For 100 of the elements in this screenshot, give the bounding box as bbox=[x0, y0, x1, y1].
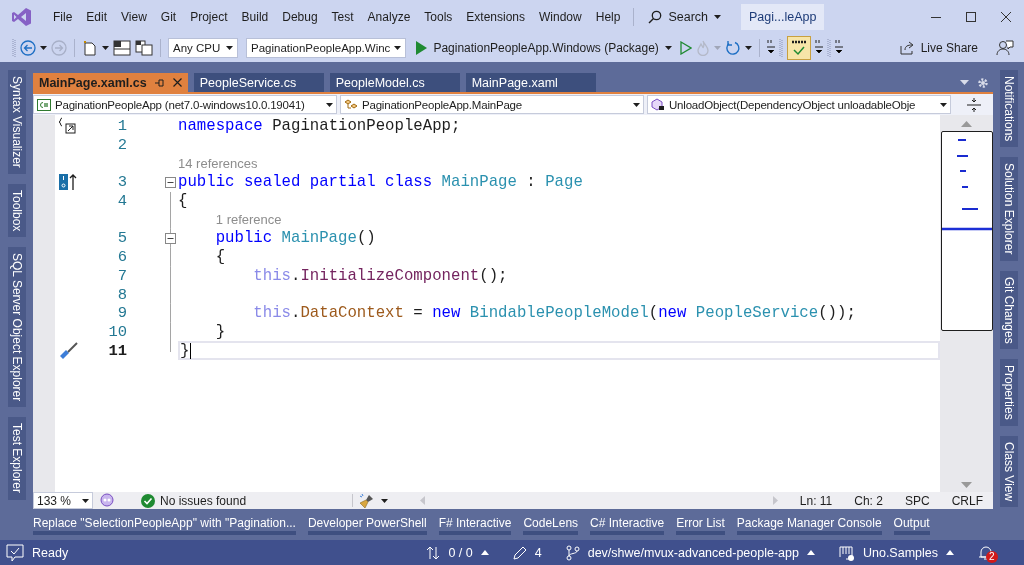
document-tab[interactable]: PeopleService.cs bbox=[193, 73, 324, 92]
bell-icon bbox=[978, 544, 994, 561]
live-share-button[interactable]: Live Share bbox=[894, 37, 982, 58]
tool-window-tab[interactable]: Output bbox=[893, 513, 930, 535]
copilot-icon[interactable] bbox=[99, 492, 115, 509]
line-number: 1 bbox=[117, 117, 127, 136]
menu-item[interactable]: Extensions bbox=[459, 9, 533, 24]
menu-item[interactable]: Tools bbox=[417, 9, 460, 24]
pin-icon[interactable] bbox=[154, 77, 165, 88]
menu-item[interactable]: Window bbox=[532, 9, 589, 24]
caret-icon[interactable] bbox=[744, 45, 752, 50]
search-button[interactable]: Search bbox=[642, 6, 727, 27]
menu-item[interactable]: Build bbox=[234, 9, 276, 24]
tool-window-tab[interactable]: Developer PowerShell bbox=[307, 513, 427, 535]
line-number: 9 bbox=[117, 304, 127, 323]
up-down-arrows-icon bbox=[426, 545, 441, 560]
tool-window-tab[interactable]: Notifications bbox=[999, 70, 1018, 148]
tool-window-tab[interactable]: Replace "SelectionPeopleApp" with "Pagination... bbox=[33, 513, 296, 535]
tool-window-tab[interactable]: Test Explorer bbox=[7, 417, 26, 500]
zoom-dropdown[interactable]: 133 % bbox=[33, 492, 93, 509]
code-line: public MainPage() bbox=[214, 229, 376, 248]
screwdriver-icon[interactable] bbox=[58, 340, 80, 361]
close-icon[interactable] bbox=[172, 78, 182, 87]
output-ready-icon[interactable] bbox=[6, 543, 24, 562]
csharp-project-icon bbox=[37, 98, 51, 111]
settings-icon[interactable] bbox=[977, 76, 989, 89]
grip-icon[interactable] bbox=[12, 37, 16, 58]
check-circle-icon bbox=[141, 493, 155, 508]
menu-item[interactable]: Test bbox=[324, 9, 361, 24]
document-tab[interactable]: MainPage.xaml.cs bbox=[33, 73, 188, 92]
repository-button[interactable]: Uno.Samples bbox=[838, 544, 954, 561]
new-file-icon[interactable] bbox=[82, 39, 98, 56]
caret-up-icon bbox=[480, 550, 489, 555]
cursor-line[interactable]: Ln: 11 bbox=[799, 493, 833, 508]
issues-status[interactable]: No issues found bbox=[160, 493, 247, 508]
member-dropdown[interactable]: UnloadObject(DependencyObject unloadableObje bbox=[647, 95, 951, 114]
tool-window-tab[interactable]: Error List bbox=[676, 513, 725, 535]
tool-window-tab[interactable]: F# Interactive bbox=[438, 513, 512, 535]
caret-icon bbox=[394, 45, 402, 50]
startup-project-dropdown[interactable]: PaginationPeopleApp.Winc bbox=[246, 37, 407, 58]
broom-icon[interactable] bbox=[359, 492, 376, 509]
whitespace-mode[interactable]: SPC bbox=[904, 493, 930, 508]
implementations-icon[interactable] bbox=[58, 173, 78, 192]
tool-window-tab[interactable]: Syntax Visualizer bbox=[7, 70, 26, 174]
menu-item[interactable]: Edit bbox=[79, 9, 115, 24]
caret-icon[interactable] bbox=[102, 45, 109, 50]
caret-up-icon bbox=[946, 550, 954, 555]
collapse-icon[interactable] bbox=[165, 232, 176, 244]
caret-icon[interactable] bbox=[381, 498, 389, 503]
play-outline-icon[interactable] bbox=[679, 40, 692, 55]
split-icon bbox=[966, 97, 981, 112]
code-line: } bbox=[214, 322, 226, 341]
namespace-icon[interactable] bbox=[58, 117, 76, 136]
menu-item[interactable]: Project bbox=[183, 9, 235, 24]
tool-window-tab[interactable]: Class View bbox=[999, 436, 1018, 508]
spell-check-icon[interactable] bbox=[786, 35, 811, 60]
type-dropdown[interactable]: PaginationPeopleApp.MainPage bbox=[340, 95, 644, 114]
caret-icon bbox=[633, 102, 640, 107]
caret-icon[interactable] bbox=[40, 45, 47, 50]
line-endings[interactable]: CRLF bbox=[951, 493, 983, 508]
tool-window-tab[interactable]: CodeLens bbox=[523, 513, 579, 535]
menu-item[interactable]: Analyze bbox=[360, 9, 418, 24]
commits-button[interactable]: 0 / 0 bbox=[426, 545, 489, 560]
code-line: public sealed partial class MainPage : Page bbox=[178, 173, 583, 192]
menu-item[interactable]: Help bbox=[588, 9, 628, 24]
tool-window-tab[interactable]: Toolbox bbox=[7, 183, 26, 238]
caret-icon bbox=[326, 102, 333, 107]
branch-button[interactable]: dev/shwe/mvux-advanced-people-app bbox=[565, 544, 815, 561]
project-dropdown[interactable]: PaginationPeopleApp (net7.0-windows10.0.19041) bbox=[33, 95, 337, 114]
grip-icon[interactable] bbox=[826, 37, 831, 58]
feedback-icon[interactable] bbox=[996, 38, 1014, 57]
tool-window-tab[interactable]: Package Manager Console bbox=[736, 513, 882, 535]
line-number: 6 bbox=[117, 248, 127, 267]
code-line: this.InitializeComponent(); bbox=[252, 266, 508, 285]
notifications-button[interactable]: 2 bbox=[978, 544, 994, 561]
platform-dropdown[interactable]: Any CPU bbox=[168, 37, 238, 58]
start-debugging-button[interactable]: PaginationPeopleApp.Windows (Package) bbox=[412, 38, 676, 57]
menu-item[interactable]: Debug bbox=[275, 9, 325, 24]
changes-button[interactable]: 4 bbox=[512, 545, 542, 560]
tool-window-tab[interactable]: Git Changes bbox=[999, 270, 1018, 350]
collapse-icon[interactable] bbox=[165, 176, 176, 188]
menu-item[interactable]: Git bbox=[153, 9, 184, 24]
app-logo-icon[interactable] bbox=[10, 5, 32, 28]
caret-up-icon bbox=[806, 550, 815, 555]
window-layout-icon[interactable] bbox=[113, 39, 131, 56]
caret-icon bbox=[940, 102, 947, 107]
tool-window-tab[interactable]: C# Interactive bbox=[590, 513, 665, 535]
tool-window-tab[interactable]: Properties bbox=[999, 359, 1018, 427]
grip-icon[interactable] bbox=[778, 37, 783, 58]
maximize-icon[interactable] bbox=[965, 10, 977, 23]
document-tab[interactable]: MainPage.xaml bbox=[465, 73, 596, 92]
cursor-column[interactable]: Ch: 2 bbox=[854, 493, 883, 508]
document-tab[interactable]: PeopleModel.cs bbox=[329, 73, 460, 92]
tool-window-tab[interactable]: SQL Server Object Explorer bbox=[7, 247, 26, 408]
tool-window-tab[interactable]: Solution Explorer bbox=[999, 157, 1018, 261]
code-line: { bbox=[214, 248, 226, 267]
windows-stack-icon[interactable] bbox=[135, 39, 153, 56]
menu-item[interactable]: File bbox=[46, 9, 80, 24]
menu-item[interactable]: View bbox=[114, 9, 154, 24]
close-icon[interactable] bbox=[1000, 10, 1012, 23]
